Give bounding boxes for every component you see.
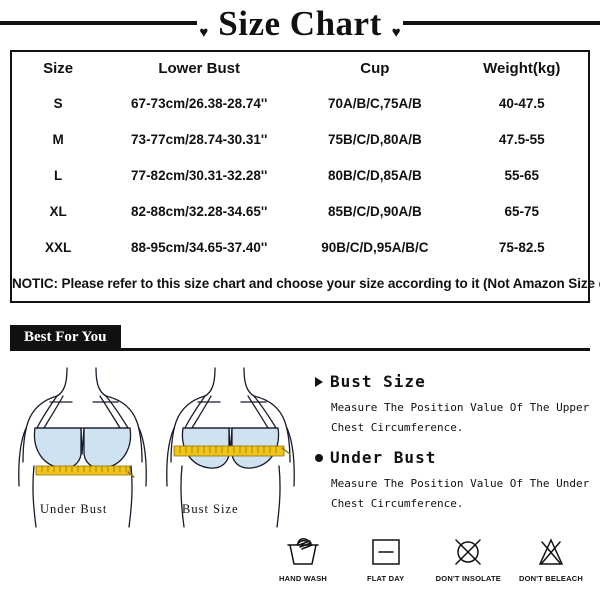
figure-label-under-bust: Under Bust <box>40 502 108 516</box>
info-block-bust-size: Bust Size Measure The Position Value Of … <box>315 372 595 439</box>
table-row: S 67-73cm/26.38-28.74'' 70A/B/C,75A/B 40… <box>12 85 588 121</box>
cell-lower-bust: 88-95cm/34.65-37.40'' <box>131 239 268 255</box>
cell-lower-bust: 67-73cm/26.38-28.74'' <box>131 95 268 111</box>
cell-cup: 85B/C/D,90A/B <box>327 203 422 219</box>
care-item-hand-wash: HAND WASH <box>262 533 344 583</box>
size-table: Size Lower Bust Cup Weight(kg) S 67-73cm… <box>12 52 600 301</box>
table-row: XL 82-88cm/32.28-34.65'' 85B/C/D,90A/B 6… <box>12 193 588 229</box>
info-heading-under-bust: Under Bust <box>330 448 437 467</box>
cell-size: L <box>53 167 63 183</box>
info-description-under-bust: Measure The Position Value Of The Under … <box>331 477 590 511</box>
triangle-bullet-icon <box>315 376 323 387</box>
care-label-no-bleach: DON'T BELEACH <box>518 574 583 583</box>
title-rule-left <box>0 21 198 25</box>
cell-lower-bust: 77-82cm/30.31-32.28'' <box>131 167 268 183</box>
size-chart-page: ♥ Size Chart ♥ Size Lower Bust Cup Weigh… <box>0 0 600 600</box>
page-title: Size Chart <box>218 4 382 43</box>
info-heading-bust-size: Bust Size <box>330 372 426 391</box>
info-heading-under-bust-row: Under Bust <box>315 448 595 467</box>
column-header-weight: Weight(kg) <box>483 60 561 77</box>
table-header-row: Size Lower Bust Cup Weight(kg) <box>12 52 588 85</box>
no-sun-icon <box>452 533 484 571</box>
cell-size: S <box>53 95 63 111</box>
cell-cup: 80B/C/D,85A/B <box>327 167 422 183</box>
title-rule-right <box>402 21 600 25</box>
figure-label-bust-size: Bust Size <box>182 502 239 516</box>
cell-weight: 40-47.5 <box>498 95 545 111</box>
cell-cup: 90B/C/D,95A/B/C <box>321 239 429 255</box>
no-bleach-icon <box>535 533 567 571</box>
cell-lower-bust: 73-77cm/28.74-30.31'' <box>131 131 268 147</box>
flat-dry-icon <box>370 533 402 571</box>
table-row: M 73-77cm/28.74-30.31'' 75B/C/D,80A/B 47… <box>12 121 588 157</box>
cell-size: M <box>52 131 64 147</box>
cell-size: XL <box>49 203 67 219</box>
cell-weight: 47.5-55 <box>498 131 545 147</box>
table-row: L 77-82cm/30.31-32.28'' 80B/C/D,85A/B 55… <box>12 157 588 193</box>
heart-icon-right: ♥ <box>391 23 401 41</box>
care-label-no-sun: DON'T INSOLATE <box>435 574 501 583</box>
measurement-illustration: Under Bust Bust Size <box>10 362 300 537</box>
round-bullet-icon <box>315 453 323 462</box>
cell-weight: 75-82.5 <box>498 239 545 255</box>
size-table-container: Size Lower Bust Cup Weight(kg) S 67-73cm… <box>10 50 600 303</box>
care-item-flat-dry: FLAT DAY <box>345 533 427 583</box>
best-for-you-band: Best For You <box>10 325 590 351</box>
best-for-you-label: Best For You <box>10 325 121 349</box>
info-description-bust-size: Measure The Position Value Of The Upper … <box>331 401 590 435</box>
care-symbols-row: HAND WASH FLAT DAY DON'T INSOLATE DON'T … <box>262 533 592 591</box>
heart-icon-left: ♥ <box>199 23 209 41</box>
size-chart-notice: NOTIC: Please refer to this size chart a… <box>12 275 600 291</box>
column-header-size: Size <box>43 60 74 77</box>
table-notice-row: NOTIC: Please refer to this size chart a… <box>12 265 600 301</box>
cell-size: XXL <box>44 239 72 255</box>
care-item-no-bleach: DON'T BELEACH <box>510 533 592 583</box>
cell-lower-bust: 82-88cm/32.28-34.65'' <box>131 203 268 219</box>
table-row: XXL 88-95cm/34.65-37.40'' 90B/C/D,95A/B/… <box>12 229 588 265</box>
page-title-row: ♥ Size Chart ♥ <box>0 4 600 48</box>
care-label-flat-dry: FLAT DAY <box>366 574 405 583</box>
cell-cup: 70A/B/C,75A/B <box>327 95 422 111</box>
hand-wash-icon <box>286 533 320 571</box>
tape-under-bust <box>35 465 135 478</box>
cell-weight: 65-75 <box>504 203 540 219</box>
care-item-no-sun: DON'T INSOLATE <box>427 533 509 583</box>
info-heading-bust-size-row: Bust Size <box>315 372 595 391</box>
info-block-under-bust: Under Bust Measure The Position Value Of… <box>315 448 595 515</box>
column-header-cup: Cup <box>360 60 390 77</box>
cell-weight: 55-65 <box>504 167 540 183</box>
cell-cup: 75B/C/D,80A/B <box>327 131 422 147</box>
tape-bust-size <box>173 445 291 457</box>
care-label-hand-wash: HAND WASH <box>278 574 328 583</box>
column-header-lower-bust: Lower Bust <box>158 60 241 77</box>
